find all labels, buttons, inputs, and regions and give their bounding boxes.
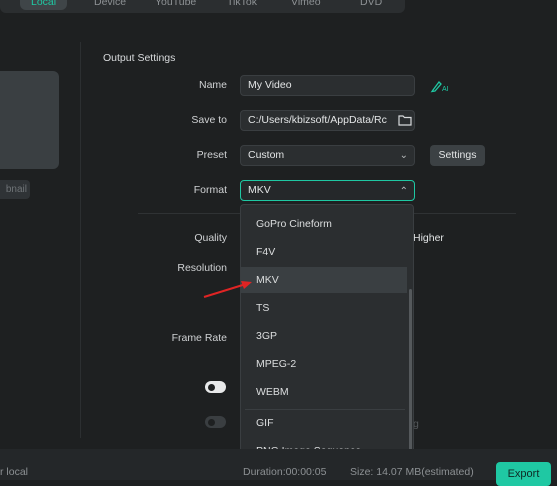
video-thumbnail bbox=[0, 71, 59, 169]
duration-text: Duration:00:00:05 bbox=[243, 466, 327, 478]
tab-device[interactable]: Device bbox=[94, 0, 126, 10]
format-option-mkv[interactable]: MKV bbox=[241, 267, 407, 293]
tab-dvd[interactable]: DVD bbox=[360, 0, 382, 10]
format-option-ts[interactable]: TS bbox=[241, 295, 407, 321]
tab-youtube[interactable]: YouTube bbox=[155, 0, 196, 10]
format-option-3gp[interactable]: 3GP bbox=[241, 323, 407, 349]
save-to-input[interactable]: C:/Users/kbizsoft/AppData/Rc bbox=[240, 110, 415, 131]
dropdown-scrollbar[interactable] bbox=[409, 289, 412, 459]
preset-select[interactable]: Custom ⌄ bbox=[240, 145, 415, 166]
chevron-down-icon: ⌄ bbox=[399, 150, 408, 161]
tab-vimeo[interactable]: Vimeo bbox=[291, 0, 321, 10]
export-button[interactable]: Export bbox=[496, 462, 551, 486]
preset-value: Custom bbox=[248, 149, 285, 161]
name-label: Name bbox=[198, 79, 227, 91]
name-input[interactable]: My Video bbox=[240, 75, 415, 96]
output-settings-title: Output Settings bbox=[103, 52, 176, 64]
format-select[interactable]: MKV ⌃ bbox=[240, 180, 415, 201]
bottom-left-text: r local bbox=[0, 466, 29, 478]
svg-text:AI: AI bbox=[442, 86, 449, 93]
export-target-tabs: Local Device YouTube TikTok Vimeo DVD bbox=[0, 0, 405, 13]
frame-rate-label: Frame Rate bbox=[171, 332, 227, 344]
format-option-webm[interactable]: WEBM bbox=[241, 379, 407, 405]
tab-local[interactable]: Local bbox=[20, 0, 68, 10]
chevron-up-icon: ⌃ bbox=[399, 186, 408, 197]
thumbnail-button[interactable]: bnail bbox=[0, 180, 30, 199]
quality-label: Quality bbox=[194, 232, 227, 244]
size-text: Size: 14.07 MB(estimated) bbox=[350, 466, 474, 478]
preset-settings-button[interactable]: Settings bbox=[430, 145, 485, 166]
save-to-path: C:/Users/kbizsoft/AppData/Rc bbox=[248, 114, 387, 126]
tab-tiktok[interactable]: TikTok bbox=[227, 0, 257, 10]
panel-divider bbox=[80, 42, 81, 438]
toggle-switch-on[interactable] bbox=[205, 381, 226, 393]
ai-pen-icon[interactable]: AI bbox=[430, 78, 450, 94]
format-option-mpeg-2[interactable]: MPEG-2 bbox=[241, 351, 407, 377]
format-option-f4v[interactable]: F4V bbox=[241, 239, 407, 265]
quality-value: Higher bbox=[413, 232, 444, 244]
toggle-switch-disabled[interactable] bbox=[205, 416, 226, 428]
preset-label: Preset bbox=[196, 149, 227, 161]
format-option-gif[interactable]: GIF bbox=[241, 410, 407, 436]
format-option-gopro-cineform[interactable]: GoPro Cineform bbox=[241, 211, 407, 237]
resolution-label: Resolution bbox=[177, 262, 227, 274]
folder-icon[interactable] bbox=[398, 114, 412, 126]
format-dropdown-list: GoPro Cineform F4V MKV TS 3GP MPEG-2 WEB… bbox=[240, 204, 414, 466]
annotation-arrow-icon bbox=[203, 281, 252, 298]
format-label: Format bbox=[193, 184, 227, 196]
format-value: MKV bbox=[248, 184, 271, 196]
save-to-label: Save to bbox=[191, 114, 227, 126]
